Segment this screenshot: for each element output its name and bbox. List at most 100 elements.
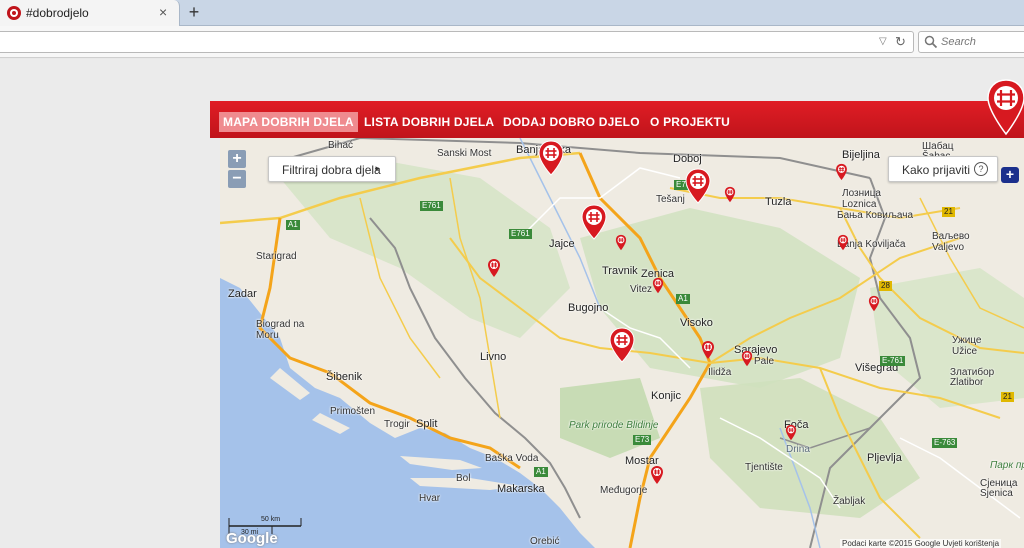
caret-right-icon: ▸ <box>375 163 380 173</box>
tab-strip: #dobrodjelo × + <box>0 0 1024 26</box>
place-label: Konjic <box>651 390 681 402</box>
road-shield: E73 <box>633 435 652 445</box>
url-dropdown-icon[interactable]: ▽ <box>879 36 887 47</box>
tab-title: #dobrodjelo <box>26 6 89 20</box>
road-shield: E761 <box>509 229 532 239</box>
navigation-bar: ▽ ↻ Search <box>0 26 1024 58</box>
road-shield: A1 <box>676 294 690 304</box>
place-label: Livno <box>480 351 507 363</box>
road-shield: E-761 <box>880 356 906 366</box>
map-marker-small[interactable] <box>837 234 849 251</box>
place-label: Pljevlja <box>867 452 902 464</box>
place-label: Orebić <box>530 536 560 547</box>
map-marker-small[interactable] <box>785 424 797 441</box>
place-label: Loznica <box>842 199 877 210</box>
place-label: Makarska <box>497 483 545 495</box>
place-label: Ужице <box>952 335 982 346</box>
road-shield: A1 <box>534 467 548 477</box>
place-label: Split <box>416 418 438 430</box>
place-label: Šibenik <box>326 371 363 383</box>
place-label: Park prirode Blidinje <box>569 420 659 431</box>
place-label: Tuzla <box>765 196 792 208</box>
place-label: Travnik <box>602 265 638 277</box>
map-marker-small[interactable] <box>487 258 501 278</box>
plus-icon[interactable]: + <box>1001 167 1019 183</box>
map-area[interactable]: Bihać Sanski Most Banja Luka Doboj Bijel… <box>220 138 1024 548</box>
place-label: Парк природе Златибор <box>990 460 1024 471</box>
place-label: Tešanj <box>656 194 685 205</box>
place-label: Užice <box>952 346 978 357</box>
map-marker-large[interactable] <box>685 168 711 204</box>
place-label: Drina <box>786 444 810 455</box>
place-label: Лозница <box>842 188 881 199</box>
road-shield: E-763 <box>932 438 958 448</box>
url-bar[interactable]: ▽ ↻ <box>0 31 914 53</box>
place-label: Vitez <box>630 284 653 295</box>
logo-pin-icon[interactable] <box>986 78 1024 136</box>
map-marker-large[interactable] <box>609 327 635 363</box>
new-tab-button[interactable]: + <box>184 2 204 23</box>
nav-about[interactable]: O PROJEKTU <box>650 115 730 129</box>
map-marker-small[interactable] <box>868 295 880 312</box>
map-attribution[interactable]: Podaci karte ©2015 Google Uvjeti korište… <box>840 539 1002 548</box>
google-logo: Google <box>226 530 278 547</box>
search-icon <box>924 35 938 49</box>
how-to-report-button[interactable]: Kako prijaviti ? <box>888 156 998 182</box>
scale-km-label: 50 km <box>261 516 281 523</box>
place-label: Trogir <box>384 419 410 430</box>
search-input[interactable]: Search <box>918 31 1024 53</box>
place-label: Sjenica <box>980 488 1013 499</box>
nav-map[interactable]: MAPA DOBRIH DJELA <box>219 112 358 132</box>
question-icon: ? <box>974 162 988 176</box>
road-shield: 21 <box>942 207 955 217</box>
place-label: Bol <box>456 473 471 484</box>
road-shield: 21 <box>1001 392 1014 402</box>
place-label: Pale <box>754 356 775 367</box>
road-shield: E761 <box>420 201 443 211</box>
filter-button[interactable]: Filtriraj dobra djela ▸ <box>268 156 396 182</box>
road-shield: A1 <box>286 220 300 230</box>
map-marker-small[interactable] <box>835 163 848 181</box>
map-marker-small[interactable] <box>615 234 627 251</box>
place-label: Zadar <box>228 288 257 300</box>
road-shield: 28 <box>879 281 892 291</box>
map-marker-small[interactable] <box>650 465 664 485</box>
place-label: Бања Ковиљача <box>837 210 914 221</box>
place-label: Starigrad <box>256 251 297 262</box>
place-label: Bihać <box>328 140 354 151</box>
zoom-control: + − <box>228 150 246 190</box>
place-label: Hvar <box>419 493 441 504</box>
place-label: Baška Voda <box>485 453 539 464</box>
place-label: Sanski Most <box>437 148 492 159</box>
place-label: Jajce <box>549 238 575 250</box>
map-marker-small[interactable] <box>652 277 664 294</box>
place-label: Međugorje <box>600 485 648 496</box>
help-label: Kako prijaviti <box>902 163 971 177</box>
close-tab-icon[interactable]: × <box>159 4 167 20</box>
zoom-out-button[interactable]: − <box>228 170 246 188</box>
place-label: Valjevo <box>932 242 965 253</box>
place-label: Ваљево <box>932 231 970 242</box>
zoom-in-button[interactable]: + <box>228 150 246 168</box>
place-label: Visoko <box>680 317 713 329</box>
place-label: Biograd na Moru <box>256 319 305 341</box>
nav-list[interactable]: LISTA DOBRIH DJELA <box>364 115 494 129</box>
map-marker-large[interactable] <box>538 140 564 176</box>
search-placeholder: Search <box>941 36 976 48</box>
browser-tab[interactable]: #dobrodjelo × <box>0 0 180 26</box>
place-label: Primošten <box>330 406 376 417</box>
place-label: Zlatibor <box>950 377 984 388</box>
place-label: Tjentište <box>745 462 783 473</box>
nav-add[interactable]: DODAJ DOBRO DJELO <box>503 115 640 129</box>
map-marker-small[interactable] <box>701 340 715 360</box>
place-label: Žabljak <box>833 496 866 507</box>
reload-icon[interactable]: ↻ <box>895 34 906 50</box>
site-favicon-icon <box>7 6 21 20</box>
map-marker-small[interactable] <box>741 350 753 367</box>
filter-label: Filtriraj dobra djela <box>282 163 381 177</box>
place-label: Doboj <box>673 153 702 165</box>
place-label: Bijeljina <box>842 149 880 161</box>
place-label: Ilidža <box>708 367 732 378</box>
map-marker-large[interactable] <box>581 204 607 240</box>
map-marker-small[interactable] <box>724 186 736 203</box>
